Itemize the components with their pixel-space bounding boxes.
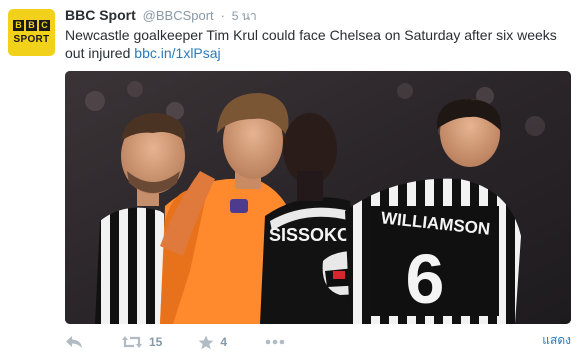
tweet-header: BBC Sport @BBCSport · 5 นา <box>65 6 257 25</box>
tweet-link[interactable]: bbc.in/1xlPsaj <box>134 45 220 61</box>
logo-letter: B <box>13 20 24 31</box>
logo-word: SPORT <box>13 34 50 45</box>
favorite-count: 4 <box>220 335 228 349</box>
shirt-name-sissoko: SISSOKO <box>269 225 351 245</box>
retweet-icon <box>122 336 142 348</box>
user-handle[interactable]: @BBCSport <box>143 8 214 23</box>
photo-scene: SISSOKO WILLIAMSON 6 <box>65 71 571 324</box>
retweet-count: 15 <box>149 335 163 349</box>
star-icon <box>198 335 214 349</box>
reply-icon <box>66 336 82 348</box>
avatar[interactable]: B B C SPORT <box>8 9 55 56</box>
timestamp[interactable]: 5 นา <box>232 9 257 23</box>
separator: · <box>220 8 225 23</box>
logo-letter: B <box>26 20 37 31</box>
favorite-button[interactable]: 4 <box>198 335 227 350</box>
shirt-number: 6 <box>406 240 445 318</box>
more-dots-icon <box>265 339 285 345</box>
bbc-logo: B B C <box>13 20 50 31</box>
tweet-actions: 15 4 <box>65 333 285 351</box>
reply-button[interactable] <box>65 335 83 349</box>
display-name[interactable]: BBC Sport <box>65 7 136 23</box>
show-link[interactable]: แสดง <box>542 331 571 350</box>
logo-letter: C <box>39 20 50 31</box>
more-button[interactable] <box>265 339 285 345</box>
retweet-button[interactable]: 15 <box>121 335 162 349</box>
tweet-text: Newcastle goalkeeper Tim Krul could face… <box>65 26 575 62</box>
tweet-photo[interactable]: SISSOKO WILLIAMSON 6 <box>65 71 571 324</box>
